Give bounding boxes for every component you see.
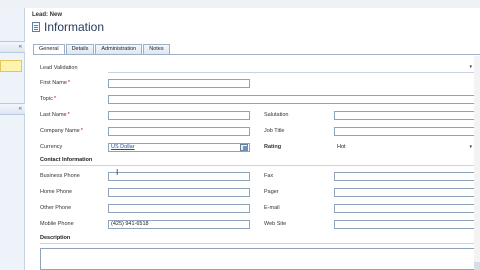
rating-dropdown[interactable]: Hot ▾ [334, 143, 475, 152]
salutation-field[interactable] [334, 111, 475, 120]
fax-field[interactable] [334, 172, 475, 181]
rail-selected-item[interactable] [0, 60, 22, 72]
home-phone-field[interactable] [108, 188, 250, 197]
contact-info-section-title: Contact Information [40, 157, 93, 163]
other-phone-field[interactable] [108, 204, 250, 213]
currency-lookup[interactable]: US Dollar [108, 143, 250, 152]
chevron-down-icon: ▾ [469, 144, 472, 150]
job-title-field[interactable] [334, 127, 475, 136]
topic-label: Topic* [40, 96, 56, 102]
lead-validation-dropdown[interactable]: ▾ [108, 63, 475, 72]
website-field[interactable] [334, 220, 475, 229]
fax-label: Fax [264, 173, 274, 179]
currency-link[interactable]: US Dollar [111, 144, 135, 150]
form-page-icon [32, 22, 40, 32]
left-navigation-rail: « « [0, 8, 25, 270]
business-phone-field[interactable] [108, 172, 250, 181]
salutation-label: Salutation [264, 112, 289, 118]
rail-panel-header-2[interactable]: « [0, 103, 25, 115]
first-name-label: First Name* [40, 80, 71, 86]
contact-section-divider [40, 165, 475, 166]
mobile-phone-field[interactable]: (425) 941-6518 [108, 220, 250, 229]
last-name-label: Last Name* [40, 112, 70, 118]
page-title: Information [44, 20, 105, 34]
description-section-title: Description [40, 235, 71, 241]
chevron-down-icon: ▾ [469, 64, 472, 70]
top-strip [0, 0, 480, 8]
company-name-field[interactable] [108, 127, 250, 136]
description-textarea[interactable] [40, 248, 475, 270]
job-title-label: Job Title [264, 128, 285, 134]
tab-notes[interactable]: Notes [143, 44, 170, 54]
business-phone-label: Business Phone [40, 173, 80, 179]
tab-administration[interactable]: Administration [95, 44, 143, 54]
tab-details[interactable]: Details [65, 44, 95, 54]
mobile-phone-label: Mobile Phone [40, 221, 74, 227]
description-section-divider [40, 243, 475, 244]
lead-validation-underline [108, 72, 475, 73]
website-label: Web Site [264, 221, 287, 227]
rail-panel-header-1[interactable]: « [0, 41, 25, 53]
rating-label: Rating [264, 144, 282, 150]
record-header: Lead: New Information [32, 12, 104, 34]
company-name-label: Company Name* [40, 128, 83, 134]
record-type-label: Lead: New [32, 12, 63, 18]
home-phone-label: Home Phone [40, 189, 73, 195]
collapse-icon[interactable]: « [19, 106, 22, 112]
other-phone-label: Other Phone [40, 205, 72, 211]
email-label: E-mail [264, 205, 280, 211]
text-cursor-icon: I [116, 168, 119, 177]
lead-form: Lead Validation ▾ First Name* Topic* Las… [33, 55, 480, 270]
scrollbar-corner [474, 262, 480, 270]
lookup-icon[interactable] [240, 144, 248, 151]
email-field[interactable] [334, 204, 475, 213]
pager-field[interactable] [334, 188, 475, 197]
collapse-icon[interactable]: « [19, 44, 22, 50]
form-scrollbar[interactable] [474, 56, 480, 270]
pager-label: Pager [264, 189, 279, 195]
last-name-field[interactable] [108, 111, 250, 120]
currency-label: Currency [40, 144, 63, 150]
topic-field[interactable] [108, 95, 475, 104]
first-name-field[interactable] [108, 79, 250, 88]
lead-validation-label: Lead Validation [40, 65, 78, 71]
